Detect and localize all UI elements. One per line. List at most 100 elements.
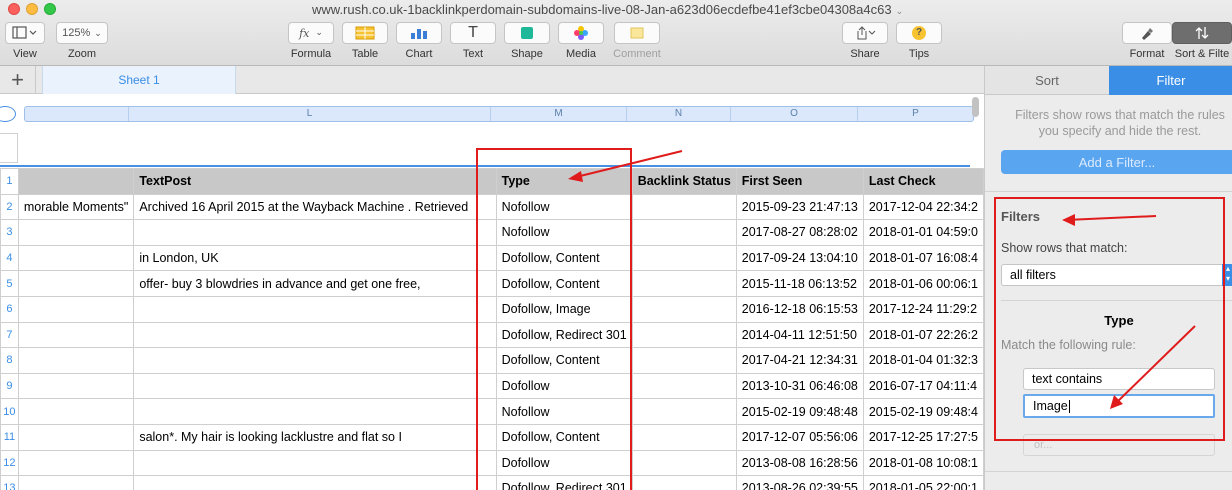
sort-filter-tool[interactable]: Sort & Filte — [1172, 22, 1232, 60]
cell-textpost[interactable]: Archived 16 April 2015 at the Wayback Ma… — [133, 193, 497, 221]
cell-first-seen[interactable]: 2015-02-19 09:48:48 — [735, 398, 864, 425]
cell-textpost[interactable] — [133, 372, 497, 400]
table-tool[interactable]: Table — [342, 22, 388, 60]
zoom-window-button[interactable] — [44, 3, 56, 15]
media-icon[interactable] — [558, 22, 604, 44]
bar-chart-icon[interactable] — [396, 22, 442, 44]
cell-first-seen[interactable]: 2013-10-31 06:46:08 — [735, 372, 864, 400]
cell-last-check[interactable]: 2018-01-05 22:00:1 — [862, 475, 984, 490]
header-cell-backlink-status[interactable]: Backlink Status — [631, 168, 737, 195]
text-icon[interactable]: T — [450, 22, 496, 44]
tab-sort[interactable]: Sort — [985, 66, 1109, 95]
shape-tool[interactable]: Shape — [504, 22, 550, 60]
cell-backlink-status[interactable] — [631, 219, 737, 246]
cell-last-check[interactable]: 2018-01-08 10:08:1 — [862, 449, 984, 477]
cell-last-check[interactable]: 2016-07-17 04:11:4 — [862, 372, 984, 400]
table-icon[interactable] — [342, 22, 388, 44]
cell-first-seen[interactable]: 2017-04-21 12:34:31 — [735, 347, 864, 374]
zoom-tool[interactable]: 125% ⌄ Zoom — [56, 22, 108, 60]
header-cell-first-seen[interactable]: First Seen — [735, 168, 864, 195]
cell-textpost[interactable]: offer- buy 3 blowdries in advance and ge… — [133, 270, 497, 297]
cell-textpost[interactable] — [133, 219, 497, 246]
column-letter-l[interactable]: L — [129, 107, 491, 121]
row-number[interactable]: 9 — [0, 372, 19, 400]
header-cell-k[interactable] — [17, 168, 135, 195]
column-letter-o[interactable]: O — [731, 107, 858, 121]
cell-first-seen[interactable]: 2013-08-08 16:28:56 — [735, 449, 864, 477]
cell-backlink-status[interactable] — [631, 475, 737, 490]
paintbrush-icon[interactable] — [1122, 22, 1172, 44]
close-window-button[interactable] — [8, 3, 20, 15]
row-number[interactable]: 3 — [0, 219, 19, 246]
text-tool[interactable]: T Text — [450, 22, 496, 60]
cell-first-seen[interactable]: 2015-11-18 06:13:52 — [735, 270, 864, 297]
cell-k[interactable] — [17, 219, 135, 246]
formula-tool[interactable]: fx ⌄ Formula — [288, 22, 334, 60]
share-tool[interactable]: Share — [842, 22, 888, 60]
cell-k[interactable] — [17, 449, 135, 477]
cell-last-check[interactable]: 2017-12-24 11:29:2 — [862, 295, 984, 323]
row-number[interactable]: 12 — [0, 449, 19, 477]
cell-last-check[interactable]: 2018-01-04 01:32:3 — [862, 347, 984, 374]
cell-first-seen[interactable]: 2017-12-07 05:56:06 — [735, 423, 864, 451]
sort-arrows-icon[interactable] — [1172, 22, 1232, 44]
header-cell-textpost[interactable]: TextPost — [133, 168, 497, 195]
share-icon[interactable] — [842, 22, 888, 44]
table-select-handle[interactable] — [0, 106, 16, 122]
cell-backlink-status[interactable] — [631, 372, 737, 400]
cell-backlink-status[interactable] — [631, 270, 737, 297]
cell-last-check[interactable]: 2018-01-07 16:08:4 — [862, 244, 984, 272]
format-tool[interactable]: Format — [1122, 22, 1172, 60]
cell-last-check[interactable]: 2017-12-25 17:27:5 — [862, 423, 984, 451]
chart-tool[interactable]: Chart — [396, 22, 442, 60]
cell-last-check[interactable]: 2018-01-01 04:59:0 — [862, 219, 984, 246]
cell-k[interactable] — [17, 270, 135, 297]
cell-last-check[interactable]: 2015-02-19 09:48:4 — [862, 398, 984, 425]
cell-first-seen[interactable]: 2017-08-27 08:28:02 — [735, 219, 864, 246]
cell-textpost[interactable]: in London, UK — [133, 244, 497, 272]
vertical-scrollbar[interactable] — [972, 97, 979, 117]
row-number[interactable]: 11 — [0, 423, 19, 451]
cell-textpost[interactable] — [133, 347, 497, 374]
cell-backlink-status[interactable] — [631, 244, 737, 272]
minimize-window-button[interactable] — [26, 3, 38, 15]
shape-icon[interactable] — [504, 22, 550, 44]
cell-textpost[interactable] — [133, 449, 497, 477]
cell-k[interactable] — [17, 295, 135, 323]
cell-k[interactable] — [17, 423, 135, 451]
cell-k[interactable] — [17, 244, 135, 272]
cell-k[interactable] — [17, 347, 135, 374]
function-icon[interactable]: fx ⌄ — [288, 22, 334, 44]
cell-k[interactable] — [17, 321, 135, 349]
cell-backlink-status[interactable] — [631, 295, 737, 323]
cell-first-seen[interactable]: 2015-09-23 21:47:13 — [735, 193, 864, 221]
cell-first-seen[interactable]: 2014-04-11 12:51:50 — [735, 321, 864, 349]
cell-first-seen[interactable]: 2016-12-18 06:15:53 — [735, 295, 864, 323]
cell-last-check[interactable]: 2017-12-04 22:34:2 — [862, 193, 984, 221]
cell-textpost[interactable] — [133, 475, 497, 490]
tips-tool[interactable]: ? Tips — [896, 22, 942, 60]
cell-backlink-status[interactable] — [631, 321, 737, 349]
media-tool[interactable]: Media — [558, 22, 604, 60]
comment-tool[interactable]: Comment — [608, 22, 666, 60]
cell-backlink-status[interactable] — [631, 193, 737, 221]
cell-first-seen[interactable]: 2013-08-26 02:39:55 — [735, 475, 864, 490]
row-number[interactable]: 6 — [0, 295, 19, 323]
row-number[interactable]: 2 — [0, 193, 19, 221]
tab-sheet-1[interactable]: Sheet 1 — [42, 66, 236, 94]
view-tool[interactable]: View — [2, 22, 48, 60]
column-letter-k[interactable] — [25, 107, 129, 121]
row-number[interactable]: 5 — [0, 270, 19, 297]
cell-k[interactable] — [17, 475, 135, 490]
cell-textpost[interactable] — [133, 321, 497, 349]
column-letter-n[interactable]: N — [627, 107, 731, 121]
row-number[interactable]: 7 — [0, 321, 19, 349]
cell-last-check[interactable]: 2018-01-06 00:06:1 — [862, 270, 984, 297]
cell-textpost[interactable] — [133, 295, 497, 323]
cell-first-seen[interactable]: 2017-09-24 13:04:10 — [735, 244, 864, 272]
zoom-select[interactable]: 125% ⌄ — [56, 22, 108, 44]
chevron-down-icon[interactable]: ⌄ — [896, 6, 904, 16]
cell-backlink-status[interactable] — [631, 449, 737, 477]
row-number[interactable]: 1 — [0, 168, 19, 195]
cell-backlink-status[interactable] — [631, 398, 737, 425]
